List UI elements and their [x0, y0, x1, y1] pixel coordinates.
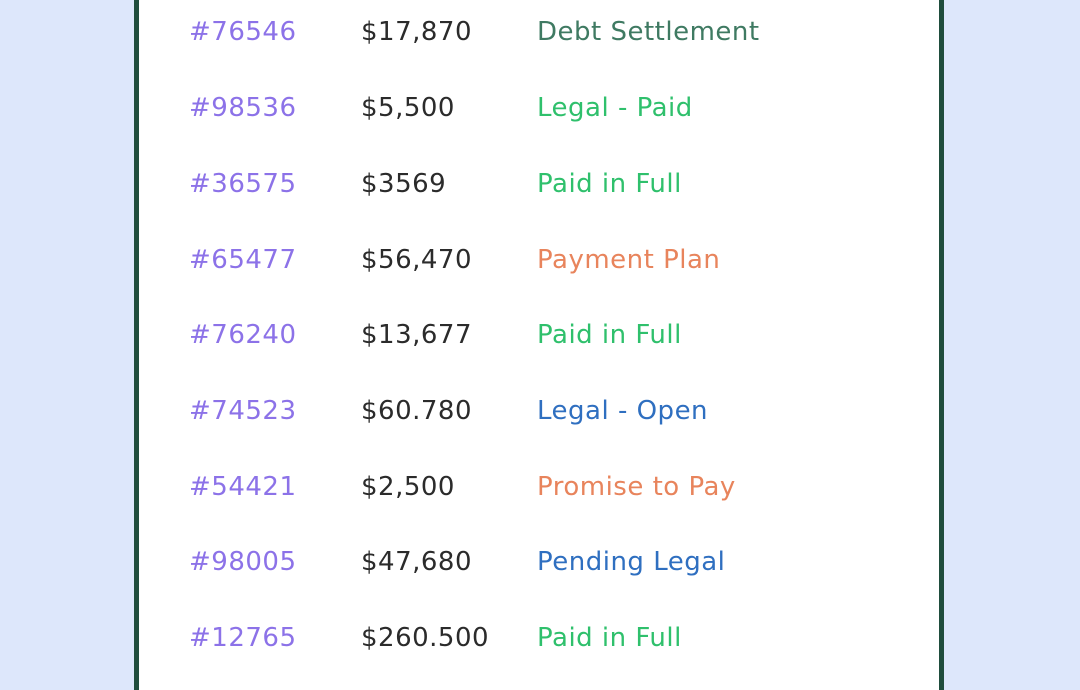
- account-id[interactable]: #54421: [189, 467, 297, 507]
- list-item[interactable]: #74523 $60.780 Legal - Open: [139, 391, 939, 431]
- list-item[interactable]: #98005 $47,680 Pending Legal: [139, 542, 939, 582]
- account-amount: $5,500: [361, 93, 455, 123]
- account-amount: $60.780: [361, 396, 473, 426]
- account-id[interactable]: #36575: [189, 164, 297, 204]
- list-item[interactable]: #76240 $13,677 Paid in Full: [139, 315, 939, 355]
- account-id[interactable]: #65477: [189, 240, 297, 280]
- account-status: Debt Settlement: [537, 17, 760, 47]
- account-id[interactable]: #12765: [189, 618, 297, 658]
- account-amount: $13,677: [361, 320, 473, 350]
- account-amount: $17,870: [361, 17, 473, 47]
- account-amount: $47,680: [361, 547, 473, 577]
- account-status: Paid in Full: [537, 320, 682, 350]
- account-status: Legal - Paid: [537, 93, 693, 123]
- account-status: Paid in Full: [537, 169, 682, 199]
- account-id[interactable]: #98005: [189, 542, 297, 582]
- account-id[interactable]: #98536: [189, 88, 297, 128]
- account-status: Pending Legal: [537, 547, 726, 577]
- account-status: Legal - Open: [537, 396, 709, 426]
- account-amount: $56,470: [361, 245, 473, 275]
- account-status: Payment Plan: [537, 245, 721, 275]
- account-amount: $260.500: [361, 623, 490, 653]
- accounts-panel: #76546 $17,870 Debt Settlement #98536 $5…: [134, 0, 944, 690]
- list-item[interactable]: #98536 $5,500 Legal - Paid: [139, 88, 939, 128]
- account-amount: $2,500: [361, 472, 455, 502]
- list-item[interactable]: #54421 $2,500 Promise to Pay: [139, 467, 939, 507]
- account-id[interactable]: #76546: [189, 12, 297, 52]
- account-amount: $3569: [361, 169, 447, 199]
- list-item[interactable]: #76546 $17,870 Debt Settlement: [139, 12, 939, 52]
- list-item[interactable]: #65477 $56,470 Payment Plan: [139, 240, 939, 280]
- account-status: Paid in Full: [537, 623, 682, 653]
- list-item[interactable]: #12765 $260.500 Paid in Full: [139, 618, 939, 658]
- account-id[interactable]: #76240: [189, 315, 297, 355]
- account-id[interactable]: #74523: [189, 391, 297, 431]
- account-status: Promise to Pay: [537, 472, 736, 502]
- list-item[interactable]: #36575 $3569 Paid in Full: [139, 164, 939, 204]
